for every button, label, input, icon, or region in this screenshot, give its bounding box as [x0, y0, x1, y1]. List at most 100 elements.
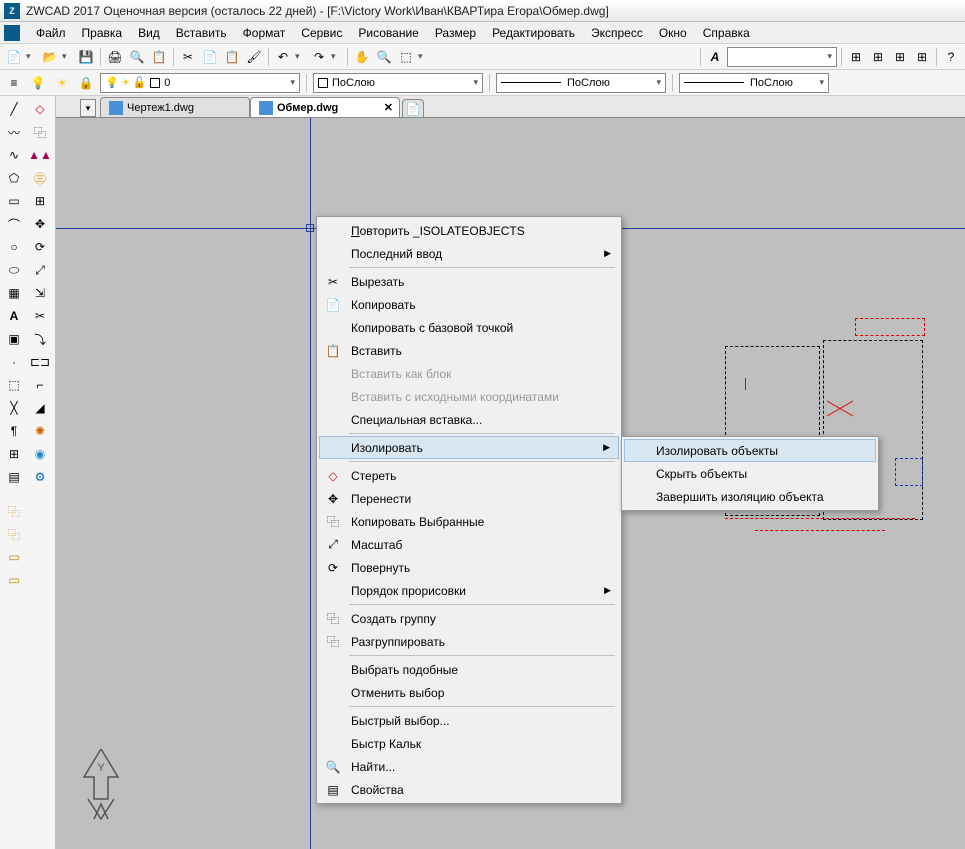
redo-icon[interactable]: ↷	[309, 47, 329, 67]
ctx-paste[interactable]: 📋Вставить	[319, 339, 619, 362]
workspace4-icon[interactable]: ⊞	[912, 47, 932, 67]
table-icon[interactable]: ⊞	[2, 443, 26, 465]
color-combo[interactable]: ПоСлою ▾	[313, 73, 483, 93]
ellipse-icon[interactable]: ⬭	[2, 259, 26, 281]
ctx-quick-calc[interactable]: Быстр Кальк	[319, 732, 619, 755]
menu-edit[interactable]: Правка	[74, 24, 131, 42]
workspace1-icon[interactable]: ⊞	[846, 47, 866, 67]
layer-lock-icon[interactable]: 🔒	[76, 73, 96, 93]
chamfer-icon[interactable]: ◢	[28, 397, 52, 419]
ctx-recent-input[interactable]: Последний ввод▶	[319, 242, 619, 265]
design-icon[interactable]: ⚙	[28, 466, 52, 488]
ctx-move[interactable]: ✥Перенести	[319, 487, 619, 510]
menu-format[interactable]: Формат	[235, 24, 294, 42]
group2-icon[interactable]: ⿻	[2, 523, 26, 545]
other-icon[interactable]: ◉	[28, 443, 52, 465]
menu-insert[interactable]: Вставить	[168, 24, 235, 42]
linetype-combo[interactable]: ПоСлою ▾	[496, 73, 666, 93]
scale-icon[interactable]: ⤢	[28, 259, 52, 281]
spline-icon[interactable]: ∿	[2, 144, 26, 166]
workspace2-icon[interactable]: ⊞	[868, 47, 888, 67]
point-icon[interactable]: ·	[2, 351, 26, 373]
pan-icon[interactable]: ✋	[352, 47, 372, 67]
print-preview-icon[interactable]: 🔍	[127, 47, 147, 67]
menu-view[interactable]: Вид	[130, 24, 168, 42]
copy-tool-icon[interactable]: ⿻	[28, 121, 52, 143]
fillet-icon[interactable]: ⌐	[28, 374, 52, 396]
group4-icon[interactable]: ▭	[2, 569, 26, 591]
properties-icon[interactable]: ▤	[2, 466, 26, 488]
ctx-select-similar[interactable]: Выбрать подобные	[319, 658, 619, 681]
ctx-copy-sel[interactable]: ⿻Копировать Выбранные	[319, 510, 619, 533]
tab-active[interactable]: Обмер.dwg ✕	[250, 97, 400, 117]
sub-hide-objects[interactable]: Скрыть объекты	[624, 462, 876, 485]
layer-on-icon[interactable]: 💡	[28, 73, 48, 93]
offset-icon[interactable]: ㊂	[28, 167, 52, 189]
open-dropdown-icon[interactable]: ▾	[62, 51, 74, 62]
tab-inactive[interactable]: Чертеж1.dwg	[100, 97, 250, 117]
tab-switcher[interactable]: ▾	[80, 99, 96, 117]
workspace3-icon[interactable]: ⊞	[890, 47, 910, 67]
new-tab-button[interactable]: 📄	[402, 99, 424, 117]
print-icon[interactable]: 🖨	[105, 47, 125, 67]
undo-dropdown-icon[interactable]: ▾	[295, 51, 307, 62]
block-icon[interactable]: ▣	[2, 328, 26, 350]
group1-icon[interactable]: ⿻	[2, 500, 26, 522]
explode-icon[interactable]: ✺	[28, 420, 52, 442]
menu-express[interactable]: Экспресс	[583, 24, 651, 42]
publish-icon[interactable]: 📋	[149, 47, 169, 67]
group3-icon[interactable]: ▭	[2, 546, 26, 568]
redo-dropdown-icon[interactable]: ▾	[331, 51, 343, 62]
ctx-group[interactable]: ⿻Создать группу	[319, 607, 619, 630]
ctx-paste-special[interactable]: Специальная вставка...	[319, 408, 619, 431]
array-icon[interactable]: ⊞	[28, 190, 52, 212]
undo-icon[interactable]: ↶	[273, 47, 293, 67]
menu-window[interactable]: Окно	[651, 24, 695, 42]
menu-file[interactable]: Файл	[28, 24, 74, 42]
trim-icon[interactable]: ✂	[28, 305, 52, 327]
new-icon[interactable]: 📄	[4, 47, 24, 67]
ctx-cut[interactable]: ✂Вырезать	[319, 270, 619, 293]
extend-icon[interactable]: ⤵	[28, 328, 52, 350]
layer-props-icon[interactable]: ≡	[4, 73, 24, 93]
ctx-rotate[interactable]: ⟳Повернуть	[319, 556, 619, 579]
sub-end-isolation[interactable]: Завершить изоляцию объекта	[624, 485, 876, 508]
ctx-copy[interactable]: 📄Копировать	[319, 293, 619, 316]
ctx-deselect[interactable]: Отменить выбор	[319, 681, 619, 704]
sub-isolate-objects[interactable]: Изолировать объекты	[624, 439, 876, 462]
polyline-icon[interactable]: 〰	[2, 121, 26, 143]
ctx-quick-select[interactable]: Быстрый выбор...	[319, 709, 619, 732]
mirror-icon[interactable]: ▲▲	[28, 144, 52, 166]
construction-icon[interactable]: ╳	[2, 397, 26, 419]
menu-tools[interactable]: Сервис	[293, 24, 350, 42]
line-icon[interactable]: ╱	[2, 98, 26, 120]
match-props-icon[interactable]: 🖌	[244, 47, 264, 67]
arc-icon[interactable]: ⌒	[2, 213, 26, 235]
tab-close-icon[interactable]: ✕	[384, 101, 393, 114]
text-style-icon[interactable]: A	[705, 47, 725, 67]
ctx-properties[interactable]: ▤Свойства	[319, 778, 619, 801]
zoom-window-icon[interactable]: ⬚	[396, 47, 416, 67]
hatch-icon[interactable]: ▦	[2, 282, 26, 304]
ctx-scale[interactable]: ⤢Масштаб	[319, 533, 619, 556]
rotate-icon[interactable]: ⟳	[28, 236, 52, 258]
menu-modify[interactable]: Редактировать	[484, 24, 583, 42]
stretch-icon[interactable]: ⇲	[28, 282, 52, 304]
rectangle-icon[interactable]: ▭	[2, 190, 26, 212]
ctx-erase[interactable]: ◇Стереть	[319, 464, 619, 487]
paste-icon[interactable]: 📋	[222, 47, 242, 67]
layer-combo[interactable]: 💡☀🔓 0 ▾	[100, 73, 300, 93]
zoom-dropdown-icon[interactable]: ▾	[418, 51, 430, 62]
erase-tool-icon[interactable]: ◇	[28, 98, 52, 120]
zoom-icon[interactable]: 🔍	[374, 47, 394, 67]
menu-dimension[interactable]: Размер	[427, 24, 484, 42]
open-icon[interactable]: 📂	[40, 47, 60, 67]
new-dropdown-icon[interactable]: ▾	[26, 51, 38, 62]
ctx-ungroup[interactable]: ⿻Разгруппировать	[319, 630, 619, 653]
menu-draw[interactable]: Рисование	[350, 24, 426, 42]
text-icon[interactable]: A	[2, 305, 26, 327]
break-icon[interactable]: ⊏⊐	[28, 351, 52, 373]
lineweight-combo[interactable]: ПоСлою ▾	[679, 73, 829, 93]
copy-icon[interactable]: 📄	[200, 47, 220, 67]
text-style-combo[interactable]: ▾	[727, 47, 837, 67]
